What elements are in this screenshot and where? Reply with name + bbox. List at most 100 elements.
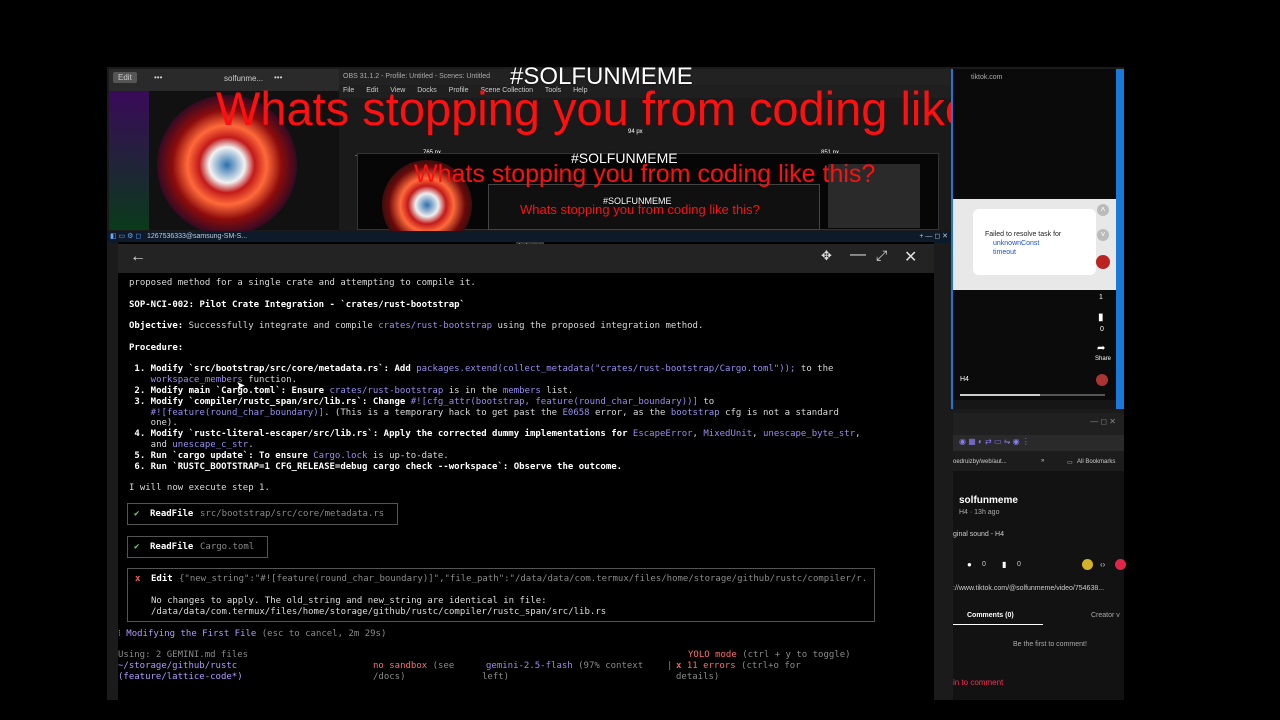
save-count: 0 (1100, 326, 1104, 333)
procedure-heading: Procedure: (129, 342, 184, 353)
tool-path: src/bootstrap/src/core/metadata.rs (200, 509, 385, 519)
footer-separator: | (667, 661, 673, 671)
toast-line-2: unknownConst (993, 240, 1040, 247)
mouse-cursor-icon: ➤ (236, 380, 246, 392)
comment-count: 0 (982, 561, 986, 568)
share-label: Share (1095, 356, 1112, 362)
phone-actions: 1 ▮ 0 ➦ Share H4 (953, 290, 1116, 400)
footer-path: ~/storage/github/rustc (118, 661, 238, 671)
execute-line: I will now execute step 1. (129, 483, 270, 494)
folder-icon: ▭ (1067, 460, 1073, 466)
footer-sandbox-docs: /docs) (373, 672, 406, 682)
taskbar-text: 1267536333@samsung-SM-S... (147, 233, 248, 240)
phone-tag: H4 (960, 376, 969, 383)
tool-name: ReadFile (150, 509, 194, 519)
footer-model: gemini-2.5-flash (97% context (486, 661, 644, 671)
overlay-headline-2: Whats stopping you from coding like this… (414, 160, 876, 188)
bookmark-icon[interactable]: ▮ (1098, 312, 1104, 323)
comments-tab[interactable]: Comments (0) (967, 612, 1014, 619)
tiktok-page: solfunmeme H4 · 13h ago ginal sound - H4… (953, 471, 1126, 700)
step-1-cont: workspace_members function. (129, 375, 297, 386)
step-6: 6. Run `RUSTC_BOOTSTRAP=1 CFG_RELEASE=de… (129, 461, 623, 472)
toast-line-3: timeout (993, 249, 1016, 256)
tool-readfile-metadata[interactable]: ✔ ReadFile src/bootstrap/src/core/metada… (127, 503, 398, 525)
intro-line: proposed method for a single crate and a… (129, 278, 476, 288)
tool-name: ReadFile (150, 542, 194, 552)
author-name[interactable]: solfunmeme (959, 495, 1018, 506)
error-x-icon: x (135, 574, 141, 584)
browser-panel: — ◻ ✕ ◉ ▦ ◐ ⇄ ▭ ⇋ ◉ ⋮ oedruizby/web/aut.… (953, 413, 1126, 700)
video-url[interactable]: ://www.tiktok.com/@solfunmeme/video/7546… (953, 585, 1104, 592)
sound-name[interactable]: ginal sound - H4 (953, 531, 1004, 538)
taskbar-icons: ◧ ▭ ⚙ ◻ (110, 233, 142, 240)
share-circle-icon[interactable] (1115, 559, 1126, 570)
step-3: 3. Modify `compiler/rustc_span/src/lib.r… (129, 396, 715, 407)
bookmark-icon-2[interactable]: ▮ (1002, 560, 1006, 569)
taskbar-window-controls[interactable]: + — ◻ ✕ (919, 232, 948, 240)
step-4: 4. Modify `rustc-literal-escaper/src/lib… (129, 429, 861, 440)
step-1: 1. Modify `src/bootstrap/src/core/metada… (129, 364, 834, 375)
status-line: ⁝ Modifying the First File (esc to cance… (118, 629, 387, 639)
login-link[interactable]: in to comment (953, 678, 1003, 687)
gemini-terminal-window: ⋮⋮ ◻ ˅ ← ✥ — ⤢ ✕ proposed method for a s… (118, 242, 934, 700)
phone-frame-right (1116, 69, 1124, 409)
music-disc-icon (1096, 374, 1108, 386)
sop-title: SOP-NCI-002: Pilot Crate Integration - `… (129, 299, 465, 310)
avatar[interactable] (1096, 255, 1110, 269)
check-icon: ✔ (134, 509, 140, 519)
art-strip (109, 91, 149, 230)
minimize-icon[interactable]: — (850, 246, 866, 264)
creator-tab[interactable]: Creator v (1091, 612, 1120, 619)
step-3-cont: #![feature(round_char_boundary)]. (This … (129, 407, 839, 418)
tool-path: Cargo.toml (200, 542, 255, 552)
like-count: 1 (1099, 294, 1103, 301)
post-meta: H4 · 13h ago (959, 509, 1000, 516)
chevron-down-icon[interactable]: ˅ (1097, 229, 1109, 241)
edit-tab[interactable]: Edit (113, 72, 137, 83)
footer-yolo: YOLO mode (ctrl + y to toggle) (688, 650, 851, 660)
terminal-header: ← ✥ — ⤢ ✕ (118, 244, 934, 273)
extension-icons[interactable]: ◉ ▦ ◐ ⇄ ▭ ⇋ ◉ ⋮ (959, 437, 1030, 446)
maximize-icon[interactable]: ⤢ (876, 247, 887, 264)
progress-track[interactable] (960, 394, 1105, 396)
tool-edit-failed[interactable]: x Edit {"new_string":"#![feature(round_c… (127, 568, 875, 622)
edit-message-2: /data/data/com.termux/files/home/storage… (151, 607, 607, 617)
pin-icon[interactable]: ✥ (821, 248, 832, 264)
check-icon: ✔ (134, 542, 140, 552)
comment-icon[interactable]: ● (967, 560, 972, 569)
terminal-output: proposed method for a single crate and a… (129, 278, 929, 494)
footer-context-left: left) (482, 672, 510, 682)
coin-icon[interactable] (1082, 559, 1093, 570)
tab-underline (953, 624, 1043, 625)
chevron-right-icon[interactable]: » (1041, 458, 1044, 464)
step-4-cont: and unescape_c_str. (129, 439, 254, 450)
obs-title-text: OBS 31.1.2 - Profile: Untitled - Scenes:… (343, 73, 491, 80)
all-bookmarks[interactable]: All Bookmarks (1077, 459, 1115, 465)
phone-title: tiktok.com (971, 74, 1003, 81)
tool-args: {"new_string":"#![feature(round_char_bou… (179, 574, 869, 584)
progress-fill (960, 394, 1040, 396)
chevron-up-icon[interactable]: ˄ (1097, 204, 1109, 216)
embed-icon[interactable]: ‹› (1100, 560, 1105, 569)
browser-extension-bar: ◉ ▦ ◐ ⇄ ▭ ⇋ ◉ ⋮ (953, 435, 1124, 451)
bookmark-bar: oedruizby/web/aut... » ▭ All Bookmarks (953, 457, 1124, 471)
more-icon[interactable]: ••• (154, 73, 162, 82)
overlay-headline-3: Whats stopping you from coding like this… (520, 202, 760, 217)
browser-titlebar: — ◻ ✕ (953, 413, 1124, 435)
step-2: 2. Modify main `Cargo.toml`: Ensure crat… (129, 385, 574, 396)
tool-readfile-cargo[interactable]: ✔ ReadFile Cargo.toml (127, 536, 268, 558)
first-comment-text: Be the first to comment! (1013, 641, 1087, 648)
close-icon[interactable]: ✕ (904, 247, 917, 267)
url-short[interactable]: oedruizby/web/aut... (953, 459, 1007, 465)
toast-line-1: Failed to resolve task for (985, 231, 1062, 238)
bookmark-count: 0 (1017, 561, 1021, 568)
footer-errors[interactable]: x 11 errors (ctrl+o for (676, 661, 801, 671)
browser-window-controls[interactable]: — ◻ ✕ (1090, 417, 1116, 426)
back-arrow-icon[interactable]: ← (130, 248, 146, 266)
footer-branch: (feature/lattice-code*) (118, 672, 243, 682)
phone-video-area: tiktok.com (953, 69, 1116, 199)
error-toast: Failed to resolve task for unknownConst … (973, 209, 1096, 275)
share-icon[interactable]: ➦ (1097, 343, 1105, 354)
tool-name: Edit (151, 574, 173, 584)
footer-errors-details: details) (676, 672, 720, 682)
